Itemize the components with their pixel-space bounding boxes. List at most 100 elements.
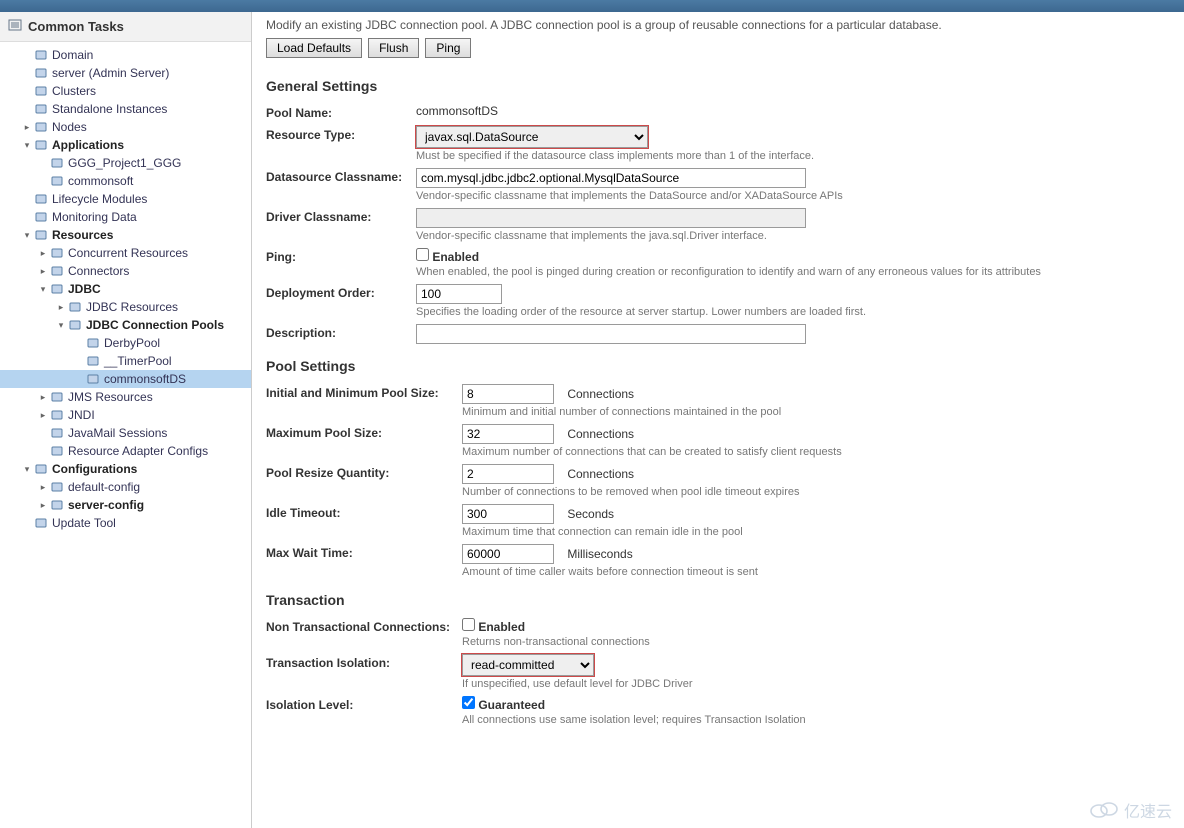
tree-item-label: commonsoft bbox=[68, 174, 133, 188]
twisty-icon[interactable]: ▾ bbox=[22, 230, 32, 240]
non-tx-enabled-label: Enabled bbox=[478, 620, 525, 634]
tree-item-label: server (Admin Server) bbox=[52, 66, 169, 80]
node-icon bbox=[50, 408, 64, 422]
tree-item-label: JDBC Connection Pools bbox=[86, 318, 224, 332]
tree-item[interactable]: __TimerPool bbox=[0, 352, 251, 370]
twisty-icon[interactable]: ▸ bbox=[38, 482, 48, 492]
tree-item[interactable]: GGG_Project1_GGG bbox=[0, 154, 251, 172]
tree-item-label: Monitoring Data bbox=[52, 210, 137, 224]
tree-item[interactable]: ▸Nodes bbox=[0, 118, 251, 136]
tree-item[interactable]: ▸default-config bbox=[0, 478, 251, 496]
flush-button[interactable]: Flush bbox=[368, 38, 419, 58]
tree-item[interactable]: ▸Concurrent Resources bbox=[0, 244, 251, 262]
description-input[interactable] bbox=[416, 324, 806, 344]
twisty-icon[interactable]: ▸ bbox=[38, 392, 48, 402]
twisty-icon[interactable] bbox=[22, 518, 32, 528]
node-icon bbox=[34, 66, 48, 80]
twisty-icon[interactable]: ▸ bbox=[38, 248, 48, 258]
ping-button[interactable]: Ping bbox=[425, 38, 471, 58]
initial-pool-size-help: Minimum and initial number of connection… bbox=[462, 406, 1170, 418]
node-icon bbox=[50, 480, 64, 494]
tree-item[interactable]: commonsoft bbox=[0, 172, 251, 190]
tree-item[interactable]: Lifecycle Modules bbox=[0, 190, 251, 208]
twisty-icon[interactable] bbox=[22, 104, 32, 114]
twisty-icon[interactable]: ▸ bbox=[38, 500, 48, 510]
twisty-icon[interactable] bbox=[22, 194, 32, 204]
tree-item[interactable]: Domain bbox=[0, 46, 251, 64]
sidebar: Common Tasks Domainserver (Admin Server)… bbox=[0, 12, 252, 828]
node-icon bbox=[86, 336, 100, 350]
node-icon bbox=[50, 246, 64, 260]
ping-enabled-checkbox[interactable] bbox=[416, 248, 429, 261]
non-tx-enabled-wrapper[interactable]: Enabled bbox=[462, 620, 525, 634]
isolation-guaranteed-wrapper[interactable]: Guaranteed bbox=[462, 698, 545, 712]
deployment-order-input[interactable] bbox=[416, 284, 502, 304]
node-icon bbox=[50, 498, 64, 512]
datasource-classname-help: Vendor-specific classname that implement… bbox=[416, 190, 1170, 202]
initial-pool-size-input[interactable] bbox=[462, 384, 554, 404]
tree-item-label: Update Tool bbox=[52, 516, 116, 530]
tree-item[interactable]: Resource Adapter Configs bbox=[0, 442, 251, 460]
twisty-icon[interactable] bbox=[38, 158, 48, 168]
tree-item[interactable]: ▾JDBC bbox=[0, 280, 251, 298]
tree-item[interactable]: server (Admin Server) bbox=[0, 64, 251, 82]
node-icon bbox=[34, 192, 48, 206]
twisty-icon[interactable]: ▸ bbox=[22, 122, 32, 132]
tree-item[interactable]: ▸JNDI bbox=[0, 406, 251, 424]
resource-type-select[interactable]: javax.sql.DataSource bbox=[416, 126, 648, 148]
idle-timeout-input[interactable] bbox=[462, 504, 554, 524]
tree-item[interactable]: ▸server-config bbox=[0, 496, 251, 514]
tree-item[interactable]: Update Tool bbox=[0, 514, 251, 532]
twisty-icon[interactable] bbox=[22, 68, 32, 78]
twisty-icon[interactable] bbox=[22, 50, 32, 60]
nav-tree: Domain server (Admin Server) ClustersStand… bbox=[0, 42, 251, 536]
load-defaults-button[interactable]: Load Defaults bbox=[266, 38, 362, 58]
tx-isolation-label: Transaction Isolation: bbox=[266, 654, 462, 670]
twisty-icon[interactable] bbox=[38, 176, 48, 186]
deployment-order-help: Specifies the loading order of the resou… bbox=[416, 306, 1170, 318]
twisty-icon[interactable] bbox=[74, 338, 84, 348]
tree-item-label: JavaMail Sessions bbox=[68, 426, 167, 440]
tree-item[interactable]: DerbyPool bbox=[0, 334, 251, 352]
twisty-icon[interactable]: ▸ bbox=[56, 302, 66, 312]
tree-item[interactable]: ▸ Connectors bbox=[0, 262, 251, 280]
tree-item[interactable]: ▸JDBC Resources bbox=[0, 298, 251, 316]
twisty-icon[interactable] bbox=[74, 374, 84, 384]
tree-item[interactable]: ▾ Resources bbox=[0, 226, 251, 244]
tree-item[interactable]: commonsoftDS bbox=[0, 370, 251, 388]
tree-item-label: Connectors bbox=[68, 264, 129, 278]
tree-item[interactable]: Monitoring Data bbox=[0, 208, 251, 226]
twisty-icon[interactable] bbox=[74, 356, 84, 366]
twisty-icon[interactable]: ▸ bbox=[38, 266, 48, 276]
max-wait-time-input[interactable] bbox=[462, 544, 554, 564]
isolation-guaranteed-checkbox[interactable] bbox=[462, 696, 475, 709]
max-pool-size-input[interactable] bbox=[462, 424, 554, 444]
pool-name-value: commonsoftDS bbox=[416, 104, 498, 118]
twisty-icon[interactable]: ▾ bbox=[22, 464, 32, 474]
twisty-icon[interactable] bbox=[38, 446, 48, 456]
twisty-icon[interactable]: ▸ bbox=[38, 410, 48, 420]
datasource-classname-input[interactable] bbox=[416, 168, 806, 188]
twisty-icon[interactable]: ▾ bbox=[56, 320, 66, 330]
max-wait-time-unit: Milliseconds bbox=[567, 547, 632, 561]
tree-item[interactable]: Clusters bbox=[0, 82, 251, 100]
ping-enabled-checkbox-wrapper[interactable]: Enabled bbox=[416, 250, 479, 264]
tree-item[interactable]: ▾ JDBC Connection Pools bbox=[0, 316, 251, 334]
tree-item[interactable]: Standalone Instances bbox=[0, 100, 251, 118]
tree-item[interactable]: JavaMail Sessions bbox=[0, 424, 251, 442]
page-description: Modify an existing JDBC connection pool.… bbox=[266, 18, 1170, 32]
twisty-icon[interactable]: ▾ bbox=[38, 284, 48, 294]
tree-item[interactable]: ▾Applications bbox=[0, 136, 251, 154]
twisty-icon[interactable]: ▾ bbox=[22, 140, 32, 150]
tree-item-label: Resources bbox=[52, 228, 113, 242]
twisty-icon[interactable] bbox=[38, 428, 48, 438]
twisty-icon[interactable] bbox=[22, 212, 32, 222]
tree-item-label: Lifecycle Modules bbox=[52, 192, 147, 206]
tx-isolation-select[interactable]: read-committed bbox=[462, 654, 594, 676]
tree-item[interactable]: ▸JMS Resources bbox=[0, 388, 251, 406]
pool-resize-qty-input[interactable] bbox=[462, 464, 554, 484]
non-tx-enabled-checkbox[interactable] bbox=[462, 618, 475, 631]
node-icon bbox=[34, 210, 48, 224]
twisty-icon[interactable] bbox=[22, 86, 32, 96]
tree-item[interactable]: ▾Configurations bbox=[0, 460, 251, 478]
